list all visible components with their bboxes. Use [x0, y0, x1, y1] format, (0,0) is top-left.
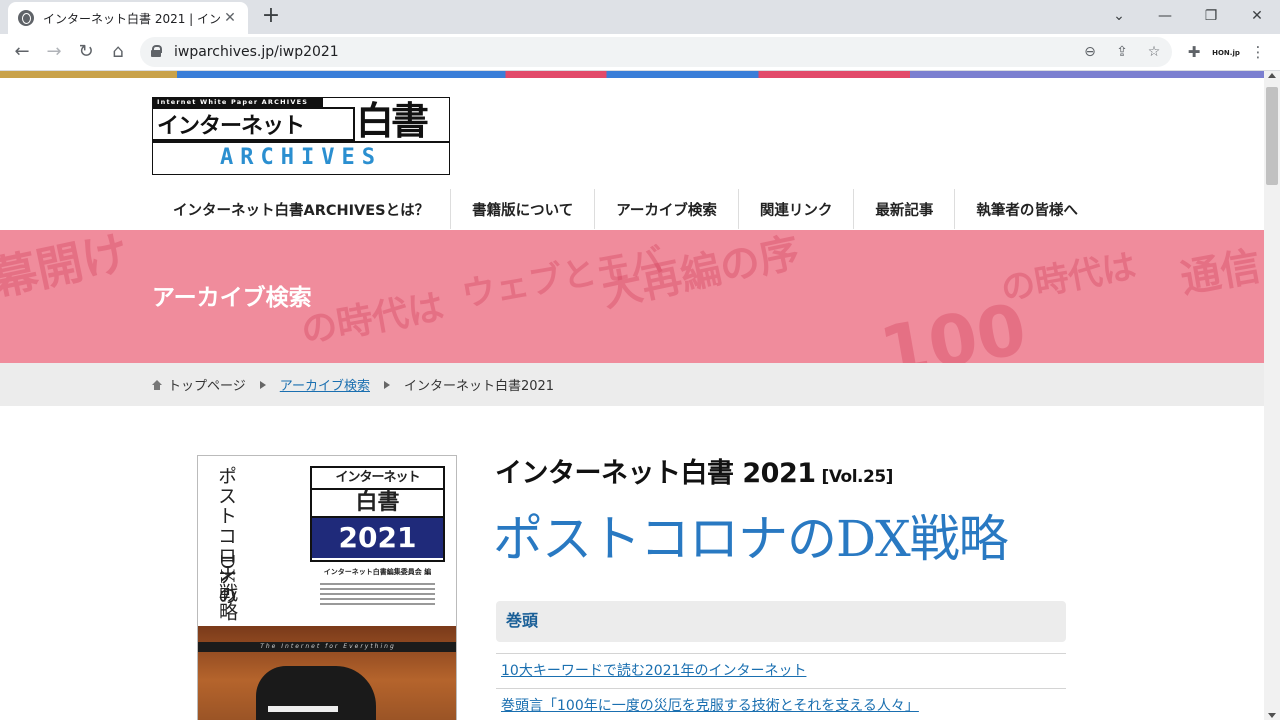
- breadcrumb-archive-link[interactable]: アーカイブ検索: [280, 375, 370, 394]
- cover-fine-print: [310, 580, 445, 606]
- logo-archives-text: ARCHIVES: [153, 141, 449, 174]
- logo-main-text: インターネット: [153, 107, 355, 141]
- book-cover-image: ポストコロナの DX戦略 インターネット 白書 2021 インターネット白書編集…: [197, 455, 457, 720]
- nav-item-book[interactable]: 書籍版について: [450, 189, 594, 229]
- global-nav: インターネット白書ARCHIVESとは？ 書籍版について アーカイブ検索 関連リ…: [152, 189, 1099, 229]
- browser-toolbar: ← → ↻ ⌂ iwparchives.jp/iwp2021 ⊖ ⇪ ☆ ✚ H…: [0, 34, 1280, 71]
- page-scrollbar[interactable]: [1264, 71, 1280, 720]
- scroll-up-icon[interactable]: [1268, 73, 1276, 78]
- globe-icon: [18, 10, 34, 26]
- url-text[interactable]: iwparchives.jp/iwp2021: [174, 44, 339, 60]
- tab-title: インターネット白書 2021 | インターネッ: [43, 11, 222, 26]
- reload-button[interactable]: ↻: [72, 39, 100, 67]
- banner-bg-decoration: 幕開け: [0, 230, 133, 307]
- address-bar[interactable]: iwparchives.jp/iwp2021 ⊖ ⇪ ☆: [140, 37, 1172, 67]
- close-window-button[interactable]: ✕: [1234, 0, 1280, 34]
- nav-item-about[interactable]: インターネット白書ARCHIVESとは？: [152, 189, 450, 229]
- banner-bg-decoration: の時代は: [298, 286, 448, 353]
- book-theme: ポストコロナのDX戦略: [493, 510, 1009, 568]
- nav-item-archive-search[interactable]: アーカイブ検索: [594, 189, 738, 229]
- page-banner: 幕開け ウェブとモバ 大再編の序 の時代は 100 の時代は 通信 アーカイブ検…: [0, 230, 1264, 363]
- browser-tab[interactable]: インターネット白書 2021 | インターネッ ✕: [8, 2, 248, 34]
- section-heading: 巻頭: [496, 601, 1066, 642]
- new-tab-button[interactable]: +: [258, 4, 284, 30]
- toc-list: 10大キーワードで読む2021年のインターネット 巻頭言「100年に一度の災厄を…: [496, 653, 1066, 720]
- minimize-button[interactable]: —: [1142, 0, 1188, 34]
- nav-item-authors[interactable]: 執筆者の皆様へ: [954, 189, 1099, 229]
- share-icon[interactable]: ⇪: [1112, 43, 1132, 63]
- piano-illustration: [256, 666, 376, 720]
- breadcrumb-separator-icon: [259, 380, 266, 389]
- book-title-text: インターネット白書 2021: [495, 458, 816, 489]
- toc-item: 巻頭言「100年に一度の災厄を克服する技術とそれを支える人々」: [496, 688, 1066, 720]
- toc-item: 10大キーワードで読む2021年のインターネット: [496, 653, 1066, 688]
- book-title: インターネット白書 2021 [Vol.25]: [495, 451, 893, 490]
- page-title: アーカイブ検索: [152, 285, 312, 311]
- banner-bg-decoration: 通信: [1177, 243, 1264, 303]
- cover-vertical-title-2: DX戦略: [216, 554, 238, 621]
- cover-photo: The Internet for Everything: [198, 626, 456, 720]
- breadcrumb-current: インターネット白書2021: [403, 379, 555, 394]
- tab-bar: インターネット白書 2021 | インターネッ ✕ + ⌄ — ❐ ✕: [0, 0, 1280, 34]
- home-button[interactable]: ⌂: [104, 39, 132, 67]
- lock-icon[interactable]: [151, 45, 162, 57]
- scroll-thumb[interactable]: [1266, 87, 1278, 185]
- cover-title-block: インターネット 白書 2021: [310, 466, 445, 562]
- forward-button[interactable]: →: [40, 39, 68, 67]
- book-volume: [Vol.25]: [821, 467, 894, 487]
- nav-item-latest[interactable]: 最新記事: [853, 189, 954, 229]
- tab-search-icon[interactable]: ⌄: [1096, 0, 1142, 34]
- bookmark-star-icon[interactable]: ☆: [1144, 43, 1164, 63]
- nav-item-links[interactable]: 関連リンク: [737, 189, 854, 229]
- close-tab-icon[interactable]: ✕: [222, 10, 238, 26]
- decorative-top-strip: [0, 71, 1264, 78]
- cover-editor: インターネット白書編集委員会 編: [323, 568, 432, 576]
- cover-block-line-1: インターネット: [312, 468, 443, 490]
- web-page: Internet White Paper ARCHIVES インターネット 白書…: [0, 71, 1264, 720]
- logo-subtitle: Internet White Paper ARCHIVES: [153, 98, 323, 107]
- breadcrumb: トップページ アーカイブ検索 インターネット白書2021: [0, 363, 1264, 406]
- cover-block-year: 2021: [312, 518, 443, 558]
- back-button[interactable]: ←: [8, 39, 36, 67]
- hon-extension-icon[interactable]: HON.jp: [1212, 39, 1240, 67]
- cover-block-line-2: 白書: [312, 490, 443, 518]
- extensions-puzzle-icon[interactable]: ✚: [1180, 39, 1208, 67]
- logo-big-text: 白書: [356, 99, 429, 143]
- restore-button[interactable]: ❐: [1188, 0, 1234, 34]
- toc-link[interactable]: 10大キーワードで読む2021年のインターネット: [501, 663, 806, 679]
- banner-bg-decoration: の時代は: [998, 246, 1140, 310]
- breadcrumb-home[interactable]: トップページ: [168, 375, 246, 394]
- cover-tagline: The Internet for Everything: [198, 642, 456, 652]
- menu-kebab-icon[interactable]: ⋮: [1244, 39, 1272, 67]
- zoom-icon[interactable]: ⊖: [1080, 43, 1100, 63]
- scroll-down-icon[interactable]: [1268, 713, 1276, 718]
- home-icon: [152, 379, 162, 390]
- breadcrumb-separator-icon: [383, 380, 390, 389]
- toc-link[interactable]: 巻頭言「100年に一度の災厄を克服する技術とそれを支える人々」: [501, 698, 919, 714]
- site-logo[interactable]: Internet White Paper ARCHIVES インターネット 白書…: [152, 97, 450, 175]
